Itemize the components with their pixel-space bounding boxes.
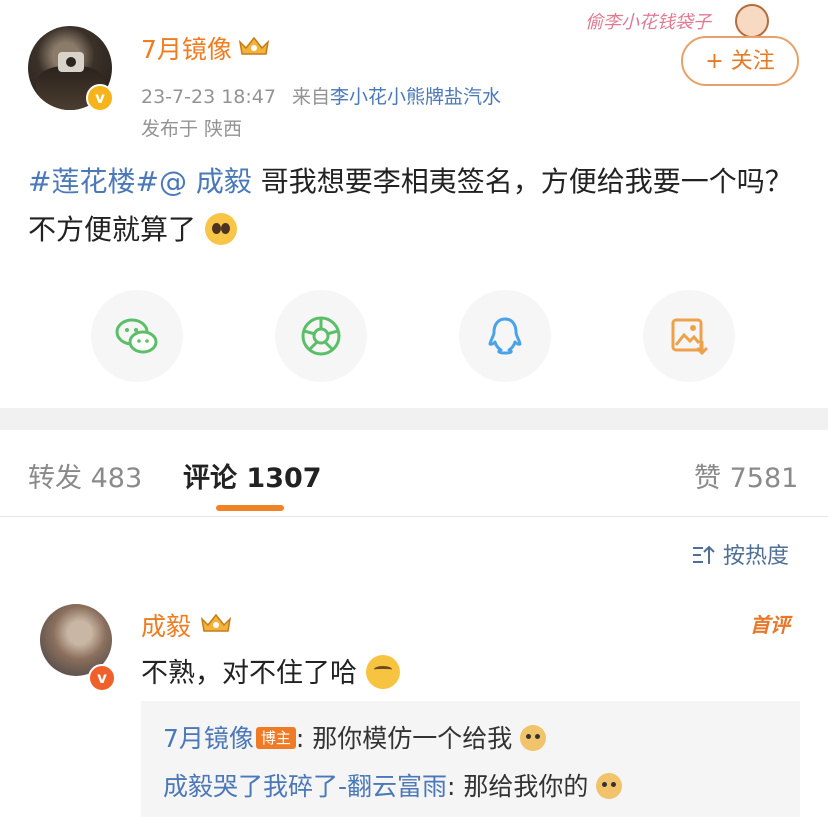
comment-author-header: 成毅 [141, 607, 233, 643]
first-comment-badge: 首评 [750, 613, 790, 637]
comment-text: 不熟，对不住了哈 [141, 651, 400, 690]
verified-v-icon: v [86, 84, 114, 112]
post-content: #莲花楼#@ 成毅 哥我想要李相夷签名，方便给我要一个吗？不方便就算了 [28, 158, 808, 254]
reply-text: : 那你模仿一个给我 [295, 724, 513, 753]
share-wechat-button[interactable] [91, 290, 183, 382]
reply-item[interactable]: 7月镜像 博主: 那你模仿一个给我 [163, 719, 547, 755]
doge-emoji-icon [520, 725, 547, 751]
post-location: 发布于 陕西 [141, 118, 243, 140]
post-timestamp: 23-7-23 18:47 [141, 86, 276, 108]
section-divider [0, 408, 828, 430]
reply-text: : 那给我你的 [447, 772, 589, 801]
tab-likes-label: 赞 [694, 463, 721, 494]
vip-crown-icon [199, 611, 233, 635]
verified-v-icon: v [88, 664, 116, 692]
reply-thread[interactable]: 7月镜像 博主: 那你模仿一个给我 成毅哭了我碎了-翻云富雨: 那给我你的 [141, 701, 800, 817]
tab-comments-count: 1307 [246, 463, 322, 494]
post-mention[interactable]: @ 成毅 [159, 165, 252, 198]
tab-likes-count: 7581 [729, 463, 799, 494]
vip-crown-icon [237, 34, 271, 58]
thinking-face-emoji-icon [365, 655, 400, 689]
comment-author-name[interactable]: 成毅 [141, 612, 191, 641]
moments-icon [301, 316, 341, 356]
sort-icon [693, 545, 715, 564]
doge-emoji-icon [596, 773, 623, 799]
tab-repost-count: 483 [90, 463, 143, 494]
post-meta: 23-7-23 18:47 来自李小花小熊牌盐汽水 [141, 82, 501, 109]
wechat-icon [115, 318, 158, 354]
tab-comments-label: 评论 [183, 463, 237, 494]
post-author-name[interactable]: 7月镜像 [141, 35, 232, 64]
reply-author[interactable]: 成毅哭了我碎了-翻云富雨 [163, 772, 447, 801]
sort-label: 按热度 [723, 544, 790, 569]
follow-button[interactable]: + 关注 [681, 36, 799, 86]
post-author-header: 7月镜像 [141, 30, 271, 66]
reply-item[interactable]: 成毅哭了我碎了-翻云富雨: 那给我你的 [163, 767, 623, 803]
tab-repost-label: 转发 [28, 463, 82, 494]
comment-body: 不熟，对不住了哈 [141, 658, 357, 689]
post-source-link[interactable]: 李小花小熊牌盐汽水 [330, 86, 501, 108]
pleading-face-emoji-icon [204, 213, 237, 245]
qq-icon [488, 317, 522, 355]
author-badge: 博主 [255, 727, 296, 749]
tab-repost[interactable]: 转发 483 [28, 456, 142, 495]
tab-likes[interactable]: 赞 7581 [694, 456, 798, 495]
post-hashtag[interactable]: #莲花楼# [28, 165, 159, 198]
tab-comments[interactable]: 评论 1307 [183, 456, 322, 495]
save-image-button[interactable] [643, 290, 735, 382]
reply-author[interactable]: 7月镜像 [163, 724, 254, 753]
tabs-divider [0, 516, 828, 517]
sticker-face-icon [735, 4, 769, 38]
active-tab-indicator [216, 505, 284, 511]
save-image-icon [671, 318, 709, 356]
sort-by-hot-button[interactable]: 按热度 [692, 538, 789, 570]
post-source-prefix: 来自 [292, 86, 331, 108]
share-qq-button[interactable] [459, 290, 551, 382]
share-moments-button[interactable] [275, 290, 367, 382]
